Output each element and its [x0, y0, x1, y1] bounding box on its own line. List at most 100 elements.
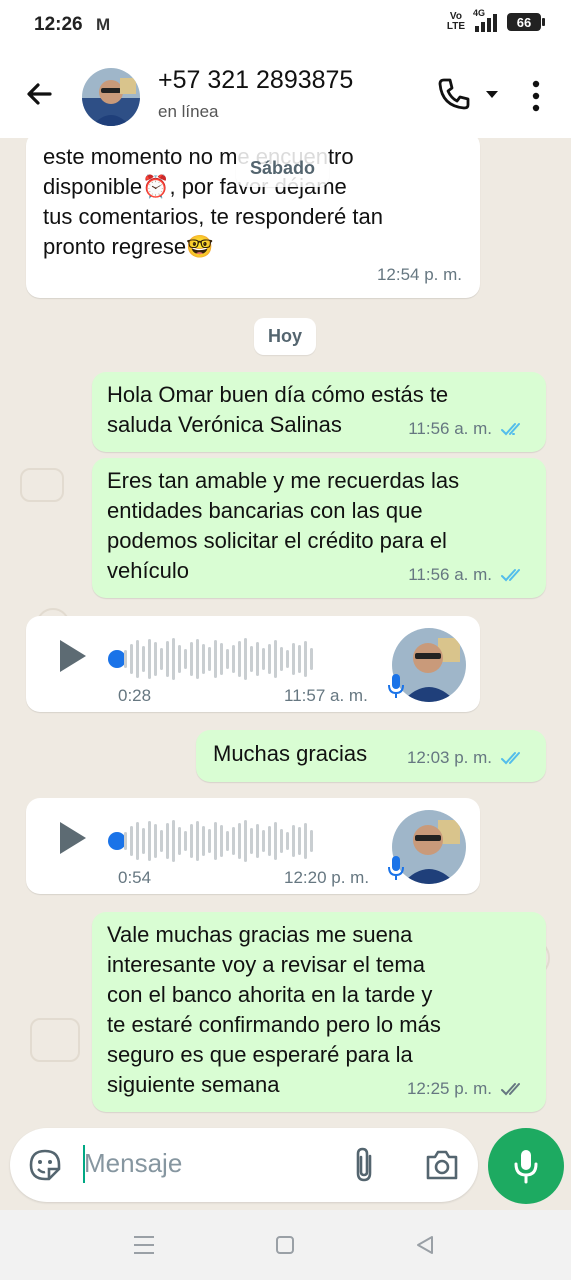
waveform-bar [238, 823, 241, 859]
contact-name[interactable]: +57 321 2893875 [158, 66, 353, 95]
waveform-bar [232, 645, 235, 673]
waveform-bar [304, 823, 307, 859]
play-icon[interactable] [56, 638, 88, 674]
waveform-bar [166, 823, 169, 859]
waveform-bar [262, 830, 265, 852]
microphone-icon [388, 674, 404, 698]
message-time: 12:54 p. m. [376, 265, 462, 284]
play-icon[interactable] [56, 820, 88, 856]
waveform-bar [160, 648, 163, 670]
waveform-bar [160, 830, 163, 852]
read-receipt-icon [501, 423, 520, 436]
waveform-bar [214, 640, 217, 678]
date-separator-today: Hoy [254, 318, 317, 355]
more-options-icon[interactable] [526, 78, 546, 114]
waveform-bar [136, 640, 139, 678]
voice-message-incoming[interactable]: 0:54 12:20 p. m. [26, 798, 480, 894]
recent-apps-icon[interactable] [132, 1234, 156, 1256]
waveform-bar [220, 643, 223, 675]
waveform-bar [298, 827, 301, 855]
chevron-down-icon[interactable] [484, 88, 500, 100]
camera-icon[interactable] [424, 1148, 460, 1182]
audio-waveform[interactable] [124, 636, 313, 682]
waveform-bar [172, 820, 175, 862]
waveform-bar [262, 648, 265, 670]
waveform-bar [310, 830, 313, 852]
waveform-bar [280, 647, 283, 671]
network-type: 4G [473, 8, 486, 18]
waveform-bar [184, 831, 187, 851]
waveform-bar [202, 644, 205, 674]
waveform-bar [244, 820, 247, 862]
message-time: 11:56 a. m. [408, 565, 492, 584]
waveform-bar [196, 821, 199, 861]
message-bubble-outgoing[interactable]: Vale muchas gracias me suena interesante… [92, 912, 546, 1112]
phone-call-icon[interactable] [436, 76, 472, 112]
message-text: Eres tan amable y me recuerdas las entid… [107, 468, 460, 583]
chat-area[interactable]: este momento no me encuentro disponible⏰… [0, 138, 571, 1128]
waveform-bar [130, 644, 133, 674]
delivered-receipt-icon [501, 1083, 520, 1096]
back-triangle-icon[interactable] [414, 1234, 436, 1256]
contact-avatar[interactable] [82, 68, 140, 126]
waveform-bar [154, 824, 157, 858]
message-text: este momento no me encuentro disponible⏰… [43, 144, 383, 259]
message-time: 11:57 a. m. [284, 686, 368, 705]
waveform-bar [274, 640, 277, 678]
waveform-bar [136, 822, 139, 860]
date-separator-sticky: Sábado [236, 150, 330, 187]
sticker-icon[interactable] [28, 1148, 62, 1182]
waveform-bar [280, 829, 283, 853]
input-placeholder: Mensaje [84, 1148, 183, 1178]
chat-header: +57 321 2893875 en línea [0, 52, 571, 138]
message-bubble-outgoing[interactable]: Eres tan amable y me recuerdas las entid… [92, 458, 546, 598]
waveform-bar [130, 826, 133, 856]
waveform-bar [208, 647, 211, 671]
status-time: 12:26 [34, 14, 83, 35]
paperclip-icon[interactable] [350, 1146, 380, 1184]
waveform-bar [226, 649, 229, 669]
voice-duration: 0:28 [118, 686, 152, 705]
message-bubble-outgoing[interactable]: Hola Omar buen día cómo estás te saluda … [92, 372, 546, 452]
waveform-bar [214, 822, 217, 860]
waveform-bar [298, 645, 301, 673]
message-text: Vale muchas gracias me suena interesante… [107, 922, 441, 1097]
waveform-bar [148, 639, 151, 679]
waveform-bar [148, 821, 151, 861]
waveform-bar [154, 642, 157, 676]
waveform-bar [226, 831, 229, 851]
waveform-bar [304, 641, 307, 677]
read-receipt-icon [501, 569, 520, 582]
waveform-bar [256, 824, 259, 858]
waveform-bar [124, 832, 127, 850]
waveform-bar [178, 827, 181, 855]
waveform-bar [286, 650, 289, 668]
waveform-bar [310, 648, 313, 670]
waveform-bar [190, 824, 193, 858]
message-meta: 11:56 a. m. [408, 414, 528, 444]
message-input[interactable]: Mensaje [10, 1128, 478, 1202]
battery-icon: 66 [507, 13, 545, 31]
signal-icon: 4G [473, 8, 497, 32]
home-icon[interactable] [274, 1234, 296, 1256]
audio-waveform[interactable] [124, 818, 313, 864]
waveform-bar [124, 650, 127, 668]
contact-status: en línea [158, 102, 219, 121]
waveform-bar [268, 826, 271, 856]
wallpaper-doodle [30, 1018, 80, 1062]
back-arrow-icon[interactable] [20, 74, 60, 114]
waveform-bar [208, 829, 211, 853]
waveform-bar [250, 646, 253, 672]
message-bubble-outgoing[interactable]: Muchas gracias 12:03 p. m. [196, 730, 546, 782]
waveform-bar [238, 641, 241, 677]
status-indicators: Vo LTE 4G 66 [447, 8, 545, 32]
read-receipt-icon [501, 752, 520, 765]
waveform-bar [178, 645, 181, 673]
waveform-bar [184, 649, 187, 669]
waveform-bar [292, 643, 295, 675]
waveform-bar [166, 641, 169, 677]
message-meta: 12:03 p. m. [407, 743, 528, 773]
voice-message-incoming[interactable]: 0:28 11:57 a. m. [26, 616, 480, 712]
message-text: Muchas gracias [213, 741, 368, 766]
voice-record-button[interactable] [488, 1128, 564, 1204]
